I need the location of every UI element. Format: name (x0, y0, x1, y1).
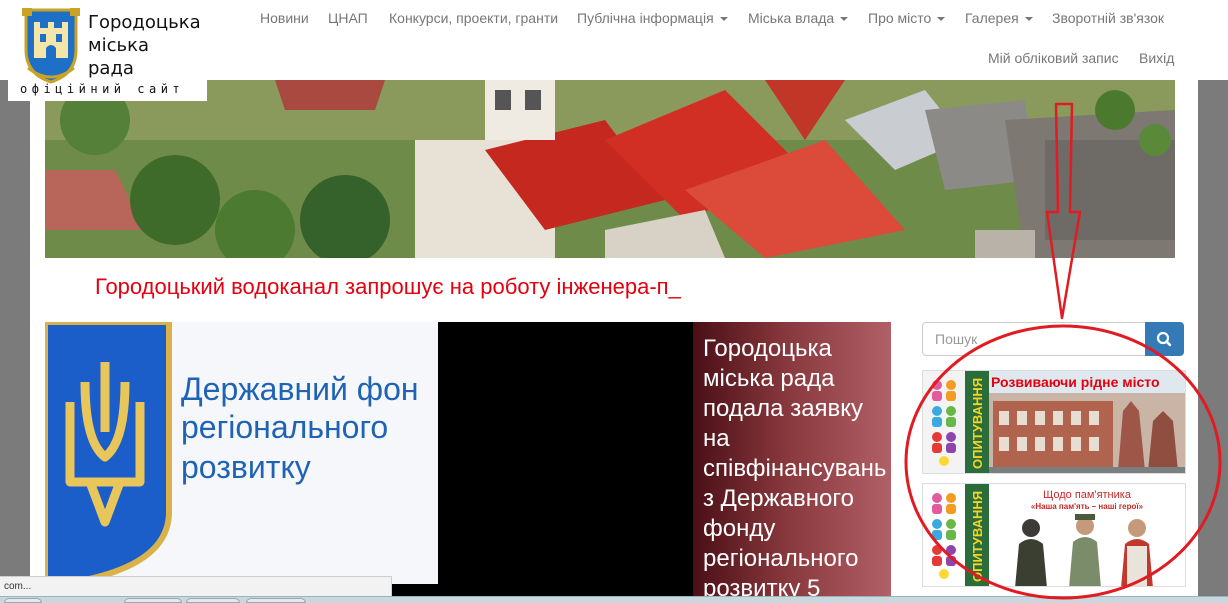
taskbar-button[interactable] (124, 598, 182, 603)
news-ticker[interactable]: Городоцький водоканал запрошує на роботу… (95, 274, 681, 300)
caption-line: з Державного (703, 485, 854, 512)
slide-image-title-line-3: розвитку (181, 449, 311, 485)
soldiers-figures-icon (1015, 514, 1153, 586)
chevron-down-icon (937, 17, 946, 22)
logo-title-line-2: міська (88, 35, 149, 56)
nav-public-info-label: Публічна інформація (577, 10, 714, 26)
search-button[interactable] (1145, 322, 1184, 356)
nav-cnap[interactable]: ЦНАП (328, 10, 368, 26)
logo-subtitle: офіційний сайт (20, 82, 185, 96)
chevron-down-icon (719, 17, 728, 22)
poll-subtitle: «Наша пам'ять – наші герої» (1031, 502, 1144, 511)
caption-line: на (703, 425, 730, 452)
logo-title: Городоцька міська рада (88, 11, 201, 80)
caption-line: регіонального (703, 545, 859, 572)
logo-title-line-3: рада (88, 58, 134, 79)
nav-city-authority-label: Міська влада (748, 10, 835, 26)
nav-gallery[interactable]: Галерея (965, 10, 1033, 26)
site-logo[interactable]: Городоцька міська рада офіційний сайт (8, 0, 207, 101)
caption-line: фонду (703, 515, 776, 542)
nav-contests[interactable]: Конкурси, проекти, гранти (389, 10, 558, 26)
coat-of-arms-icon (22, 8, 80, 84)
nav-my-account[interactable]: Мій обліковий запис (988, 50, 1119, 66)
taskbar-button[interactable] (186, 598, 240, 603)
nav-about-city-label: Про місто (868, 10, 932, 26)
slide-caption[interactable]: Городоцька міська рада подала заявку на … (703, 334, 893, 603)
trident-emblem-icon: Державний фон регіонального розвитку (45, 322, 438, 588)
nav-gallery-label: Галерея (965, 10, 1019, 26)
slide-image-title-line-2: регіонального (181, 409, 388, 445)
nav-about-city[interactable]: Про місто (868, 10, 946, 26)
slide-image: Державний фон регіонального розвитку (45, 322, 438, 588)
slide-image-title-line-1: Державний фон (181, 371, 419, 407)
search-input[interactable] (922, 322, 1146, 356)
poll-title: Розвиваючи рідне місто (991, 374, 1160, 390)
taskbar-button[interactable] (246, 598, 306, 603)
nav-news[interactable]: Новини (260, 10, 309, 26)
nav-feedback[interactable]: Зворотній зв'язок (1052, 10, 1164, 26)
chevron-down-icon (1024, 17, 1033, 22)
nav-public-info[interactable]: Публічна інформація (577, 10, 728, 26)
nav-logout[interactable]: Вихід (1139, 50, 1174, 66)
chevron-down-icon (840, 17, 849, 22)
os-taskbar (0, 596, 1228, 603)
poll-vertical-label: ОПИТУВАННЯ (970, 378, 985, 469)
poll-banner-city-development[interactable]: ОПИТУВАННЯ Розвиваючи рідне місто (922, 370, 1186, 474)
taskbar-button[interactable] (4, 598, 42, 603)
poll-banner-monument[interactable]: ОПИТУВАННЯ Щодо пам'ятника «Наша пам'ять… (922, 483, 1186, 587)
caption-line: подала заявку (703, 395, 864, 422)
poll-vertical-label: ОПИТУВАННЯ (970, 491, 985, 582)
nav-city-authority[interactable]: Міська влада (748, 10, 849, 26)
logo-title-line-1: Городоцька (88, 12, 201, 33)
caption-line: Городоцька (703, 335, 832, 362)
caption-line: міська рада (703, 365, 835, 392)
poll-title: Щодо пам'ятника (1043, 489, 1132, 501)
caption-line: співфінансувань (703, 455, 887, 482)
search-icon (1156, 331, 1172, 347)
header-banner-image (45, 80, 1175, 258)
browser-status-bar: com... (0, 576, 392, 597)
